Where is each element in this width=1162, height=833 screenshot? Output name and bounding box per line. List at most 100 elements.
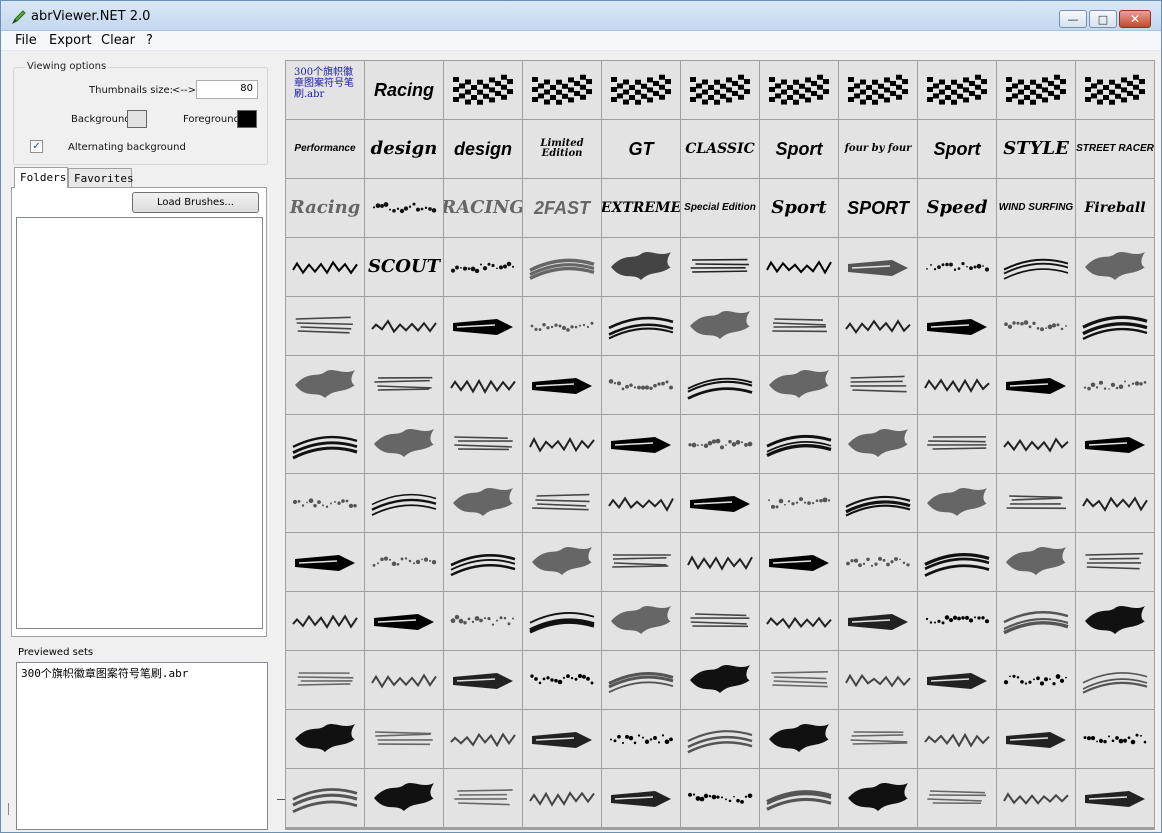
brush-thumbnail[interactable]: 2FAST [523, 179, 601, 237]
brush-thumbnail[interactable]: design [365, 120, 443, 178]
brush-thumbnail[interactable] [997, 238, 1075, 296]
brush-thumbnail[interactable] [523, 415, 601, 473]
brush-thumbnail[interactable] [286, 415, 364, 473]
brush-thumbnail[interactable]: SPORT [839, 179, 917, 237]
brush-thumbnail[interactable]: EXTREME [602, 179, 680, 237]
brush-thumbnail[interactable] [444, 297, 522, 355]
brush-thumbnail[interactable] [681, 415, 759, 473]
brush-thumbnail[interactable] [523, 61, 601, 119]
brush-thumbnail[interactable] [444, 61, 522, 119]
brush-thumbnail[interactable] [602, 238, 680, 296]
background-color-swatch[interactable] [127, 110, 147, 128]
brush-thumbnail[interactable] [1076, 533, 1154, 591]
previewed-sets-list[interactable]: 300个旗帜徽章图案符号笔刷.abr [16, 662, 268, 830]
close-button[interactable]: ✕ [1119, 10, 1151, 28]
brush-thumbnail[interactable] [997, 415, 1075, 473]
brush-thumbnail[interactable]: SCOUT [365, 238, 443, 296]
brush-thumbnail[interactable] [286, 651, 364, 709]
folder-tree[interactable] [16, 217, 263, 629]
thumbnails-size-input[interactable]: 80 [196, 80, 258, 99]
brush-thumbnail[interactable] [365, 769, 443, 827]
alternating-background-checkbox[interactable]: ✓ [30, 140, 43, 153]
tab-favorites[interactable]: Favorites [68, 168, 134, 188]
brush-thumbnail[interactable]: STYLE [997, 120, 1075, 178]
brush-thumbnail[interactable] [681, 651, 759, 709]
brush-thumbnail[interactable] [760, 474, 838, 532]
brush-thumbnail[interactable] [365, 415, 443, 473]
brush-thumbnail[interactable] [918, 710, 996, 768]
brush-thumbnail[interactable] [760, 415, 838, 473]
brush-thumbnail[interactable] [444, 710, 522, 768]
brush-thumbnail[interactable]: WIND SURFING [997, 179, 1075, 237]
brush-thumbnail[interactable] [365, 592, 443, 650]
brush-thumbnail[interactable] [918, 415, 996, 473]
brush-thumbnail[interactable] [444, 356, 522, 414]
brush-thumbnail[interactable]: STREET RACER [1076, 120, 1154, 178]
brush-thumbnail[interactable] [444, 651, 522, 709]
brush-thumbnail[interactable]: RACING [444, 179, 522, 237]
brush-thumbnail[interactable] [523, 474, 601, 532]
brush-thumbnail[interactable] [1076, 238, 1154, 296]
brush-thumbnail[interactable] [365, 710, 443, 768]
brush-thumbnail[interactable] [760, 651, 838, 709]
brush-thumbnail[interactable] [602, 592, 680, 650]
brush-thumbnail[interactable] [839, 61, 917, 119]
brush-thumbnail[interactable] [760, 769, 838, 827]
brush-thumbnail[interactable] [839, 651, 917, 709]
brush-thumbnail[interactable] [839, 297, 917, 355]
brush-thumbnail[interactable]: Special Edition [681, 179, 759, 237]
brush-thumbnail[interactable] [760, 297, 838, 355]
brush-thumbnail[interactable]: four by four [839, 120, 917, 178]
menu-file[interactable]: File [13, 33, 39, 48]
brush-thumbnail[interactable] [1076, 474, 1154, 532]
title-bar[interactable]: abrViewer.NET 2.0 — □ ✕ [1, 1, 1161, 31]
brush-thumbnail[interactable] [681, 356, 759, 414]
brush-thumbnail[interactable] [918, 356, 996, 414]
menu-help[interactable]: ? [144, 33, 155, 48]
brush-thumbnail[interactable] [365, 179, 443, 237]
brush-thumbnail[interactable] [286, 592, 364, 650]
brush-thumbnail[interactable] [839, 415, 917, 473]
brush-thumbnail[interactable] [286, 474, 364, 532]
maximize-button[interactable]: □ [1089, 10, 1117, 28]
brush-thumbnail[interactable] [602, 710, 680, 768]
brush-thumbnail[interactable] [681, 474, 759, 532]
brush-thumbnail[interactable] [1076, 710, 1154, 768]
brush-thumbnail[interactable] [523, 592, 601, 650]
brush-thumbnail[interactable] [997, 651, 1075, 709]
brush-thumbnail[interactable] [365, 533, 443, 591]
brush-thumbnail[interactable] [365, 474, 443, 532]
brush-thumbnail[interactable] [444, 415, 522, 473]
brush-thumbnail[interactable]: Fireball [1076, 179, 1154, 237]
brush-thumbnail[interactable] [681, 533, 759, 591]
brush-thumbnail[interactable] [444, 769, 522, 827]
brush-thumbnail[interactable] [918, 592, 996, 650]
brush-thumbnail[interactable] [1076, 769, 1154, 827]
brush-thumbnail[interactable] [523, 356, 601, 414]
brush-thumbnail[interactable] [523, 238, 601, 296]
brush-thumbnail[interactable]: CLASSIC [681, 120, 759, 178]
brush-thumbnail[interactable] [997, 61, 1075, 119]
brush-thumbnail[interactable] [1076, 356, 1154, 414]
brush-thumbnail[interactable] [523, 710, 601, 768]
brush-thumbnail[interactable] [523, 651, 601, 709]
brush-thumbnail[interactable] [918, 651, 996, 709]
brush-thumbnail[interactable] [839, 238, 917, 296]
brush-thumbnail[interactable] [1076, 415, 1154, 473]
brush-thumbnail[interactable] [1076, 592, 1154, 650]
brush-thumbnail[interactable] [918, 769, 996, 827]
brush-thumbnail[interactable] [444, 238, 522, 296]
brush-thumbnail[interactable] [760, 238, 838, 296]
brush-thumbnail[interactable] [681, 297, 759, 355]
brush-thumbnail[interactable]: Racing [365, 61, 443, 119]
brush-thumbnail[interactable] [839, 592, 917, 650]
brush-thumbnail[interactable] [918, 297, 996, 355]
brush-thumbnail[interactable] [760, 710, 838, 768]
brush-thumbnail[interactable] [839, 769, 917, 827]
brush-thumbnail[interactable] [997, 297, 1075, 355]
brush-thumbnail[interactable]: Speed [918, 179, 996, 237]
brush-thumbnail[interactable] [444, 592, 522, 650]
brush-thumbnail[interactable] [602, 533, 680, 591]
brush-thumbnail[interactable] [760, 61, 838, 119]
brush-thumbnail[interactable] [286, 533, 364, 591]
